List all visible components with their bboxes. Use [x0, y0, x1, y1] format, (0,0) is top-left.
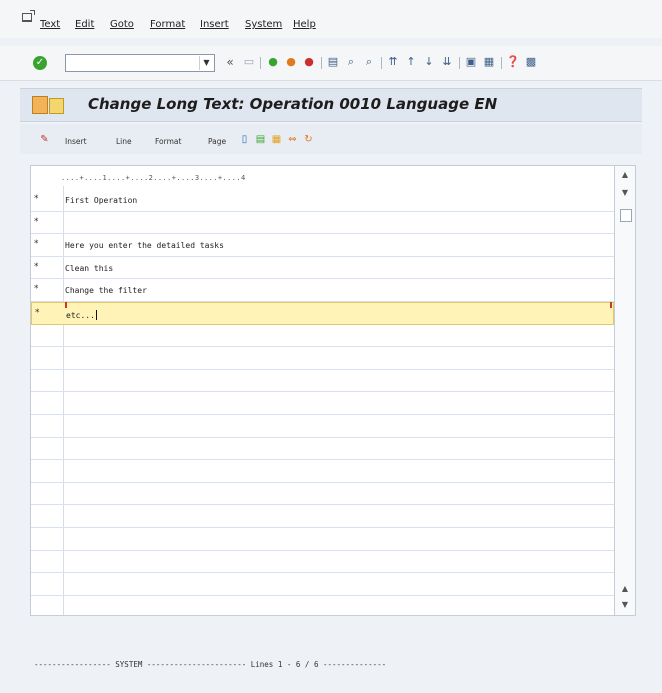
- empty-editor-line[interactable]: [31, 460, 614, 483]
- command-field[interactable]: ▼: [65, 54, 215, 72]
- table-icon[interactable]: ▦: [270, 133, 283, 146]
- editor-line[interactable]: *: [31, 212, 614, 235]
- format-flag: *: [34, 216, 39, 227]
- previous-page-icon[interactable]: ↑: [404, 55, 418, 69]
- empty-editor-line[interactable]: [31, 551, 614, 574]
- enter-button[interactable]: ✓: [33, 56, 47, 70]
- menu-goto[interactable]: Goto: [110, 19, 134, 30]
- shortcut-icon[interactable]: ▦: [482, 55, 496, 69]
- title-bar: Change Long Text: Operation 0010 Languag…: [20, 88, 642, 122]
- create-session-icon[interactable]: ▣: [464, 55, 478, 69]
- back-icon[interactable]: ●: [266, 55, 280, 69]
- move-icon[interactable]: ⇔: [286, 133, 299, 146]
- empty-editor-line[interactable]: [31, 392, 614, 415]
- toolbar-separator: [459, 57, 460, 69]
- next-page-icon[interactable]: ↓: [422, 55, 436, 69]
- menu-icon[interactable]: [22, 10, 35, 22]
- editor-line[interactable]: * First Operation: [31, 189, 614, 212]
- editor-line[interactable]: * Here you enter the detailed tasks: [31, 234, 614, 257]
- exit-icon[interactable]: ●: [284, 55, 298, 69]
- empty-editor-line[interactable]: [31, 415, 614, 438]
- standard-toolbar: ✓ ▼ « ▭ ● ● ● ▤ ⌕ ⌕ ⇈ ↑ ↓ ⇊ ▣ ▦ ❓ ▩: [0, 46, 662, 81]
- pencil-icon[interactable]: ✎: [38, 133, 51, 146]
- application-toolbar: ✎ Insert Line Format Page ▯ ▤ ▦ ⇔ ↻: [20, 124, 642, 154]
- empty-editor-line[interactable]: [31, 528, 614, 551]
- empty-editor-line[interactable]: [31, 347, 614, 370]
- text-cursor: [95, 309, 97, 320]
- menu-bar: Text Edit Goto Format Insert System Help: [0, 0, 662, 38]
- collapse-icon[interactable]: «: [223, 55, 237, 69]
- scroll-down-icon[interactable]: ▼: [620, 600, 630, 610]
- current-editor-line[interactable]: * etc...: [31, 301, 614, 325]
- paste-icon[interactable]: ▤: [254, 133, 267, 146]
- menu-help[interactable]: Help: [293, 19, 316, 30]
- first-page-icon[interactable]: ⇈: [386, 55, 400, 69]
- editor-lines: * First Operation * * Here you enter the…: [31, 189, 614, 596]
- long-text-icon: [32, 96, 64, 114]
- editor-line[interactable]: * Change the filter: [31, 279, 614, 302]
- vertical-scrollbar[interactable]: ▲ ▼ ▲ ▼: [614, 166, 635, 615]
- scroll-up-icon[interactable]: ▲: [620, 584, 630, 594]
- copy-icon[interactable]: ▯: [238, 133, 251, 146]
- page-title: Change Long Text: Operation 0010 Languag…: [88, 95, 498, 113]
- menu-format[interactable]: Format: [150, 19, 185, 30]
- menu-text[interactable]: Text: [40, 19, 60, 30]
- scroll-thumb[interactable]: [620, 209, 632, 222]
- empty-editor-line[interactable]: [31, 483, 614, 506]
- editor-line[interactable]: * Clean this: [31, 257, 614, 280]
- toolbar-separator: [321, 57, 322, 69]
- refresh-icon[interactable]: ↻: [302, 133, 315, 146]
- print-icon[interactable]: ▤: [326, 55, 340, 69]
- page-button[interactable]: Page: [208, 137, 226, 146]
- help-icon[interactable]: ❓: [506, 55, 520, 69]
- empty-editor-line[interactable]: [31, 573, 614, 596]
- empty-editor-line[interactable]: [31, 325, 614, 348]
- format-flag: *: [34, 261, 39, 272]
- empty-editor-line[interactable]: [31, 505, 614, 528]
- menu-edit[interactable]: Edit: [75, 19, 94, 30]
- line-button[interactable]: Line: [116, 137, 132, 146]
- last-page-icon[interactable]: ⇊: [440, 55, 454, 69]
- toolbar-separator: [260, 57, 261, 69]
- find-next-icon[interactable]: ⌕: [362, 55, 376, 69]
- column-ruler: ....+....1....+....2....+....3....+....4: [61, 174, 246, 182]
- format-flag: *: [34, 239, 39, 250]
- settings-icon[interactable]: ▩: [524, 55, 538, 69]
- line-text: Clean this: [65, 263, 114, 273]
- empty-editor-line[interactable]: [31, 438, 614, 461]
- cancel-icon[interactable]: ●: [302, 55, 316, 69]
- line-text: First Operation: [65, 196, 138, 205]
- chevron-down-icon[interactable]: ▼: [199, 56, 213, 70]
- line-text-value: etc...: [66, 310, 95, 320]
- format-flag: *: [34, 284, 39, 295]
- save-icon[interactable]: ▭: [242, 55, 256, 69]
- format-button[interactable]: Format: [155, 137, 181, 146]
- status-line: ----------------- SYSTEM ---------------…: [34, 660, 387, 669]
- menu-system[interactable]: System: [245, 19, 282, 30]
- toolbar-separator: [381, 57, 382, 69]
- scroll-up-icon[interactable]: ▲: [620, 170, 630, 180]
- text-editor[interactable]: ....+....1....+....2....+....3....+....4…: [30, 165, 636, 616]
- empty-editor-line[interactable]: [31, 370, 614, 393]
- find-icon[interactable]: ⌕: [344, 55, 358, 69]
- menu-insert[interactable]: Insert: [200, 19, 229, 30]
- line-text: Here you enter the detailed tasks: [65, 241, 224, 251]
- toolbar-separator: [501, 57, 502, 69]
- format-flag: *: [34, 194, 39, 204]
- scroll-down-icon[interactable]: ▼: [620, 188, 630, 198]
- line-text: Change the filter: [65, 286, 147, 296]
- line-text: etc...: [66, 309, 97, 320]
- insert-button[interactable]: Insert: [65, 137, 87, 146]
- format-flag: *: [35, 307, 40, 318]
